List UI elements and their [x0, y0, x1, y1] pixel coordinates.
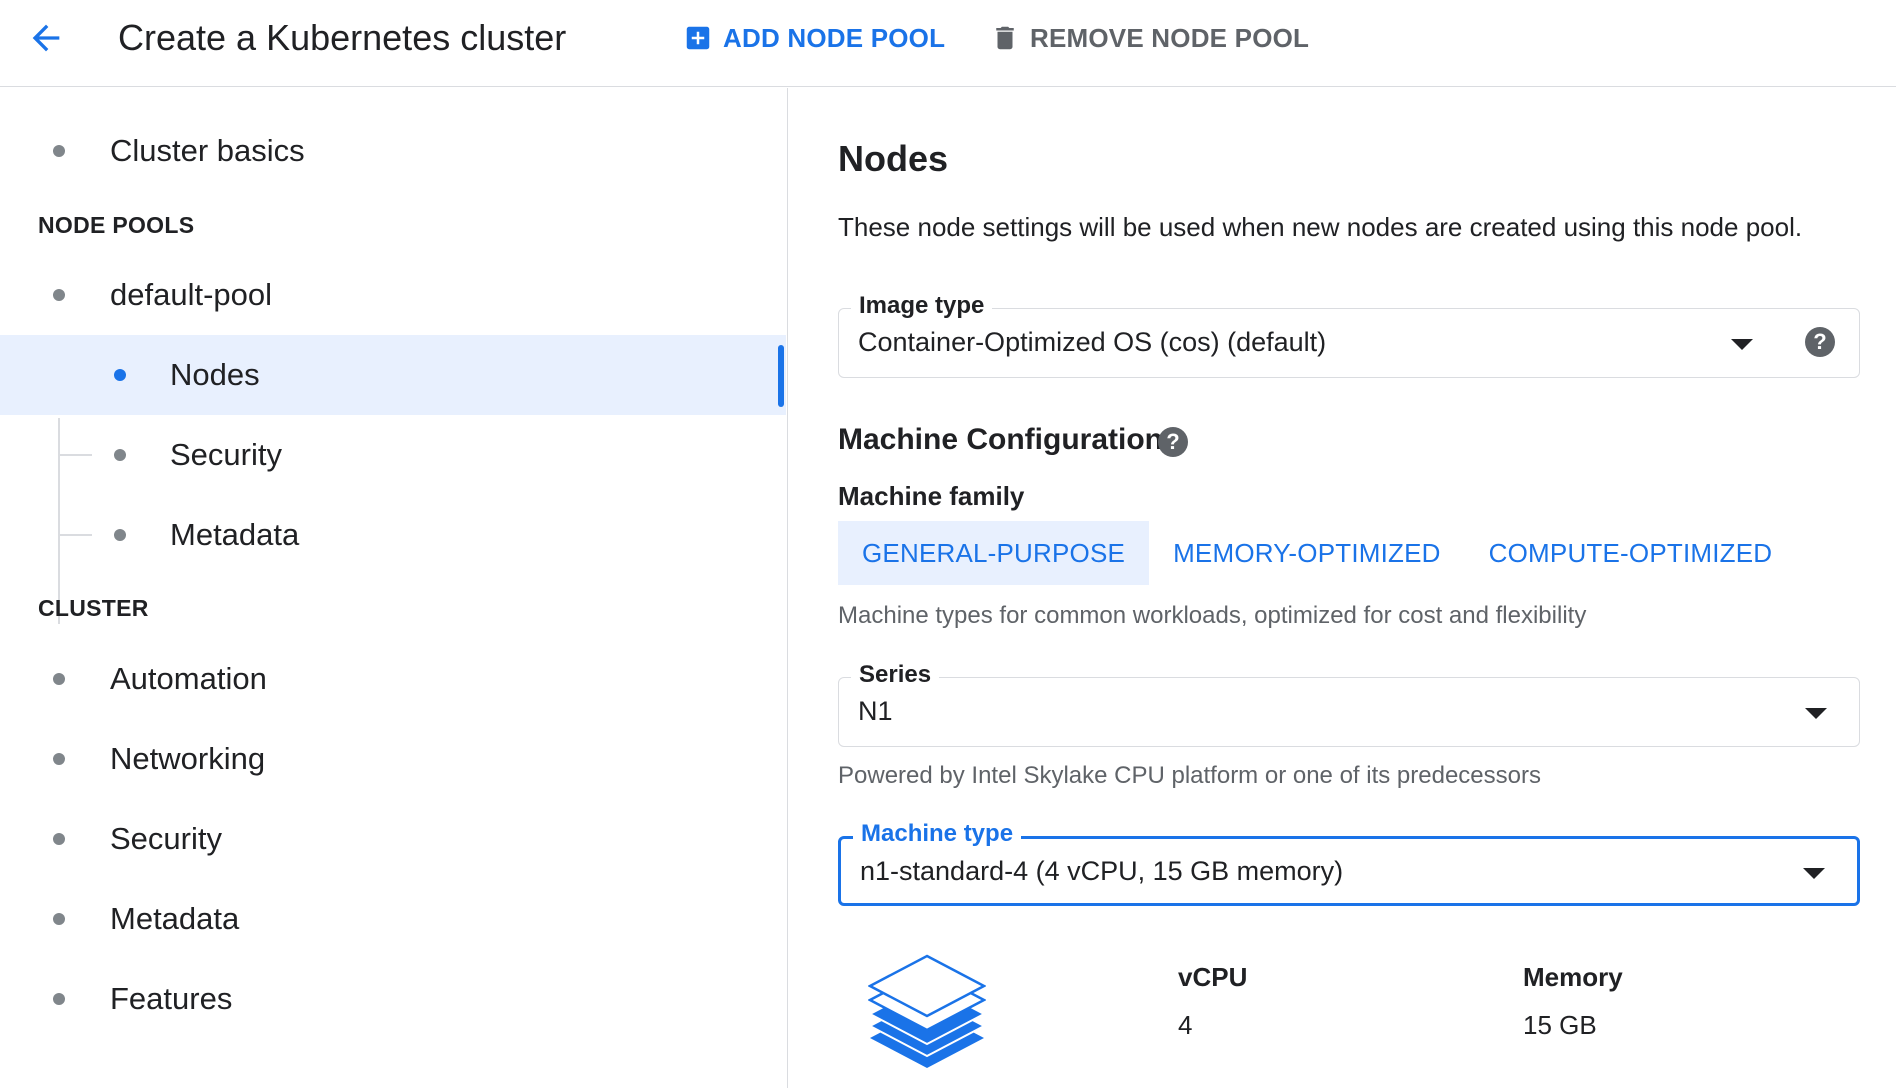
machine-config-title: Machine Configuration — [838, 423, 1163, 457]
sidebar-item-label: Automation — [110, 661, 267, 696]
layers-icon — [868, 954, 986, 1068]
tab-memory-optimized[interactable]: MEMORY-OPTIMIZED — [1149, 521, 1465, 585]
cluster-header: CLUSTER — [38, 595, 149, 621]
sidebar-item-nodes[interactable]: Nodes — [0, 335, 786, 415]
sidebar-item-label: Security — [110, 821, 222, 856]
sidebar-item-default-pool[interactable]: default-pool — [0, 255, 786, 335]
image-type-label: Image type — [851, 291, 993, 321]
page-title: Create a Kubernetes cluster — [118, 17, 567, 58]
image-type-select[interactable]: Image type Container-Optimized OS (cos) … — [838, 291, 1860, 378]
arrow-back-icon[interactable] — [26, 18, 66, 58]
bullet-icon — [114, 529, 126, 541]
add-box-icon — [686, 26, 710, 50]
machine-family-title: Machine family — [838, 481, 1025, 511]
bullet-icon — [53, 833, 65, 845]
bullet-icon — [53, 753, 65, 765]
section-title: Nodes — [838, 138, 949, 179]
sidebar-item-label: Networking — [110, 741, 266, 776]
remove-node-pool-button[interactable]: REMOVE NODE POOL — [990, 22, 1309, 54]
help-icon[interactable]: ? — [1805, 327, 1835, 357]
tab-general-purpose[interactable]: GENERAL-PURPOSE — [838, 521, 1150, 585]
dropdown-caret-icon — [1805, 708, 1827, 719]
sidebar-item-label: default-pool — [110, 277, 273, 312]
top-header: Create a Kubernetes cluster ADD NODE POO… — [0, 0, 1896, 87]
dropdown-caret-icon — [1803, 868, 1825, 879]
sidebar-item-label: Cluster basics — [110, 133, 305, 168]
tab-compute-optimized[interactable]: COMPUTE-OPTIMIZED — [1465, 521, 1797, 585]
series-value: N1 — [858, 696, 893, 726]
trash-icon — [996, 26, 1014, 50]
bullet-icon — [114, 369, 126, 381]
bullet-icon — [53, 913, 65, 925]
sidebar-item-label: Nodes — [170, 357, 260, 392]
node-pools-header: NODE POOLS — [38, 212, 195, 238]
bullet-icon — [53, 289, 65, 301]
add-node-pool-label: ADD NODE POOL — [723, 22, 946, 53]
machine-config-label: Machine Configuration — [838, 423, 1163, 456]
machine-family-tabs: GENERAL-PURPOSE MEMORY-OPTIMIZED COMPUTE… — [838, 521, 1796, 585]
sidebar-item-cluster-security[interactable]: Security — [0, 799, 786, 879]
sidebar-item-label: Security — [170, 437, 282, 472]
bullet-icon — [114, 449, 126, 461]
sidebar-item-networking[interactable]: Networking — [0, 719, 786, 799]
sidebar-item-cluster-basics[interactable]: Cluster basics — [0, 111, 786, 191]
sidebar-item-pool-security[interactable]: Security — [0, 415, 786, 495]
series-label: Series — [851, 660, 940, 690]
sidebar-item-cluster-metadata[interactable]: Metadata — [0, 879, 786, 959]
sidebar-item-label: Features — [110, 981, 233, 1016]
sidebar-item-features[interactable]: Features — [0, 959, 786, 1039]
help-icon[interactable]: ? — [1158, 427, 1188, 457]
family-helper-text: Machine types for common workloads, opti… — [838, 602, 1587, 629]
sidebar-item-pool-metadata[interactable]: Metadata — [0, 495, 786, 575]
machine-type-select[interactable]: Machine type n1-standard-4 (4 vCPU, 15 G… — [838, 819, 1860, 906]
bullet-icon — [53, 993, 65, 1005]
active-indicator — [778, 345, 784, 407]
add-node-pool-button[interactable]: ADD NODE POOL — [683, 22, 945, 54]
sidebar-item-label: Metadata — [170, 517, 300, 552]
dropdown-caret-icon — [1731, 339, 1753, 350]
remove-node-pool-label: REMOVE NODE POOL — [1030, 22, 1310, 53]
section-description: These node settings will be used when ne… — [838, 212, 1803, 242]
sidebar-item-automation[interactable]: Automation — [0, 639, 786, 719]
memory-value: 15 GB — [1523, 1010, 1597, 1040]
sidebar: Cluster basics NODE POOLS default-pool N… — [0, 88, 788, 1088]
memory-label: Memory — [1523, 962, 1623, 992]
machine-type-label: Machine type — [853, 819, 1022, 849]
series-select[interactable]: Series N1 — [838, 660, 1860, 747]
bullet-icon — [53, 145, 65, 157]
vcpu-label: vCPU — [1178, 962, 1248, 992]
image-type-value: Container-Optimized OS (cos) (default) — [858, 327, 1327, 357]
sidebar-item-label: Metadata — [110, 901, 240, 936]
series-helper-text: Powered by Intel Skylake CPU platform or… — [838, 762, 1541, 789]
machine-type-value: n1-standard-4 (4 vCPU, 15 GB memory) — [860, 856, 1344, 886]
vcpu-value: 4 — [1178, 1010, 1193, 1040]
bullet-icon — [53, 673, 65, 685]
